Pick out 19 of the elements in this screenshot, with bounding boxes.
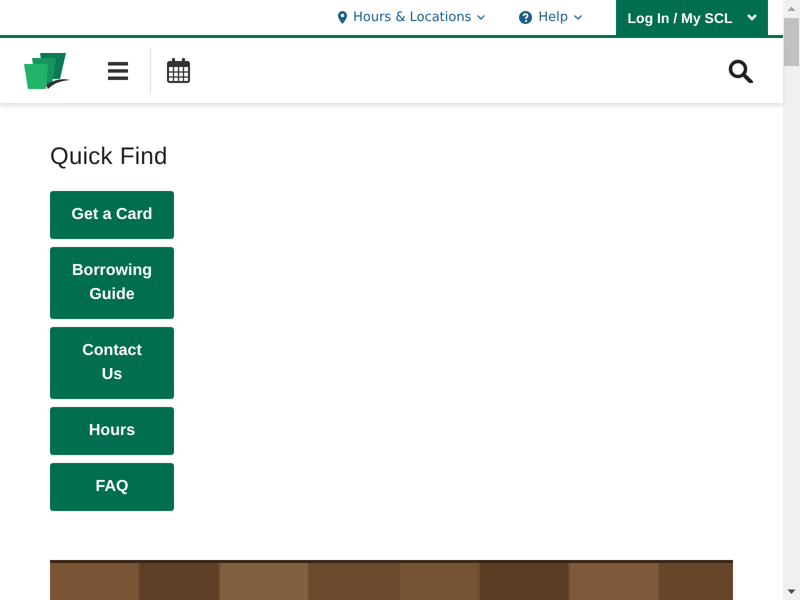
nav-link[interactable]: Hours & Locations [338, 0, 486, 36]
map-pin-icon [338, 11, 348, 24]
chevron-down-icon [574, 15, 582, 20]
quick-find-button[interactable]: Borrowing Guide [50, 247, 174, 319]
menu-icon[interactable] [108, 62, 128, 80]
quick-find-button[interactable]: Hours [50, 407, 174, 455]
chevron-down-icon [477, 15, 486, 20]
logo-icon[interactable] [24, 52, 70, 89]
section-heading: Quick Find [50, 143, 169, 171]
quick-find-button[interactable]: Get a Card [50, 191, 174, 239]
chevron-down-icon [746, 14, 756, 22]
quick-find-button[interactable]: Contact Us [50, 327, 174, 399]
search-icon[interactable] [728, 58, 753, 83]
quick-find-button[interactable]: FAQ [50, 463, 174, 511]
help-icon [519, 11, 532, 24]
account-button[interactable]: Log In / My SCL [616, 0, 768, 36]
nav-link[interactable]: Help [519, 0, 582, 36]
scrollbar-thumb[interactable] [784, 18, 799, 66]
calendar-icon[interactable] [167, 58, 190, 84]
